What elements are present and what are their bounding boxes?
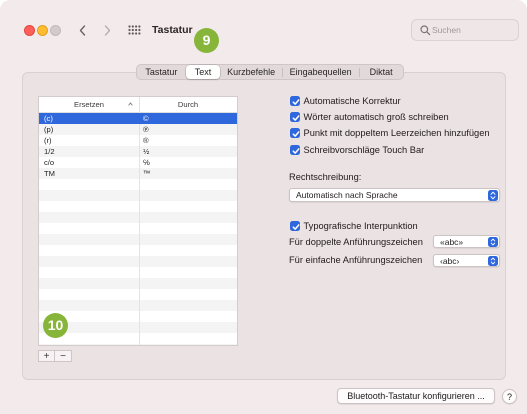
help-button[interactable]: ? [502, 389, 517, 404]
cell-replace: c/o [44, 158, 55, 167]
checkmark-icon [292, 115, 300, 121]
window-title: Tastatur [152, 24, 193, 36]
checkbox-autocorrect[interactable]: Automatische Korrektur [290, 95, 401, 107]
add-remove-control: + − [38, 350, 72, 362]
checkbox-capitalize-label: Wörter automatisch groß schreiben [303, 112, 449, 122]
checkbox-touch-bar-suggestions-label: Schreibvorschläge Touch Bar [303, 145, 425, 155]
replacements-table: Ersetzen Durch (c) © (p) ℗ (r) ® 1/2 ½ c… [38, 96, 238, 346]
close-window-button[interactable] [24, 25, 35, 36]
cell-replace: 1/2 [44, 147, 55, 156]
checkbox-double-space-period-label: Punkt mit doppeltem Leerzeichen hinzufüg… [303, 128, 490, 138]
tab-eingabequellen[interactable]: Eingabequellen [281, 65, 359, 79]
checkbox-smart-quotes[interactable]: Typografische Interpunktion [290, 220, 418, 232]
spelling-dropdown[interactable]: Automatisch nach Sprache [289, 188, 500, 202]
cell-replace: (r) [44, 136, 52, 145]
checkmark-icon [292, 148, 300, 154]
single-quotes-label: Für einfache Anführungszeichen [289, 255, 423, 265]
double-quotes-dropdown[interactable]: «abc» [433, 235, 500, 248]
checkbox-capitalize[interactable]: Wörter automatisch groß schreiben [290, 111, 449, 123]
table-body[interactable]: (c) © (p) ℗ (r) ® 1/2 ½ c/o ℅ TM ™ [39, 113, 237, 345]
single-quotes-dropdown-arrow [488, 256, 498, 266]
minimize-window-button[interactable] [37, 25, 48, 36]
checkmark-icon [292, 224, 300, 230]
cell-with: ® [143, 136, 149, 145]
tab-bar: Tastatur Text Kurzbefehle Eingabequellen… [136, 64, 404, 80]
table-header: Ersetzen Durch [39, 97, 237, 113]
tab-diktat[interactable]: Diktat [359, 65, 403, 79]
tab-tastatur[interactable]: Tastatur [137, 65, 186, 79]
checkbox-capitalize-box[interactable] [290, 112, 300, 122]
up-down-chevron-icon [490, 238, 496, 246]
keyboard-preferences-window: Tastatur 9 Tastatur Text Kurzbefehle Ein… [0, 0, 527, 414]
spelling-dropdown-value: Automatisch nach Sprache [296, 190, 398, 200]
magnifying-glass-icon [420, 25, 431, 36]
tab-kurzbefehle[interactable]: Kurzbefehle [220, 65, 282, 79]
up-down-chevron-icon [490, 191, 496, 200]
checkbox-touch-bar-suggestions-box[interactable] [290, 145, 300, 155]
cell-with: ℅ [143, 158, 150, 167]
search-input[interactable] [432, 20, 514, 40]
search-field[interactable] [411, 19, 519, 41]
checkbox-double-space-period-box[interactable] [290, 128, 300, 138]
cell-replace: (p) [44, 125, 54, 134]
single-quotes-dropdown[interactable]: ‹abc› [433, 254, 500, 267]
checkmark-icon [292, 131, 300, 137]
spelling-label: Rechtschreibung: [289, 172, 362, 182]
chevron-right-icon[interactable] [103, 25, 111, 36]
table-row[interactable]: c/o ℅ [39, 157, 237, 168]
chevron-left-icon[interactable] [79, 25, 87, 36]
table-row[interactable]: (p) ℗ [39, 124, 237, 135]
grid-icon[interactable] [128, 25, 141, 35]
table-row[interactable]: (r) ® [39, 135, 237, 146]
checkbox-autocorrect-box[interactable] [290, 96, 300, 106]
column-header-with[interactable]: Durch [139, 97, 237, 112]
cell-with: ™ [143, 169, 151, 178]
column-header-replace-label: Ersetzen [74, 100, 104, 109]
up-down-chevron-icon [490, 257, 496, 265]
checkbox-smart-quotes-box[interactable] [290, 221, 300, 231]
checkmark-icon [292, 99, 300, 105]
double-quotes-dropdown-value: «abc» [440, 237, 464, 247]
checkbox-double-space-period[interactable]: Punkt mit doppeltem Leerzeichen hinzufüg… [290, 127, 490, 139]
tab-text[interactable]: Text [185, 65, 221, 79]
column-header-replace[interactable]: Ersetzen [39, 97, 139, 112]
cell-with: © [143, 114, 149, 123]
double-quotes-dropdown-arrow [488, 237, 498, 247]
cell-with: ℗ [143, 125, 149, 134]
zoom-window-button[interactable] [50, 25, 61, 36]
cell-replace: TM [44, 169, 55, 178]
table-row[interactable]: 1/2 ½ [39, 146, 237, 157]
double-quotes-label: Für doppelte Anführungszeichen [289, 237, 423, 247]
callout-badge-9: 9 [194, 28, 219, 53]
table-row[interactable]: TM ™ [39, 168, 237, 179]
cell-replace: (c) [44, 114, 53, 123]
column-header-with-label: Durch [177, 100, 199, 109]
column-divider [139, 97, 140, 345]
checkbox-smart-quotes-label: Typografische Interpunktion [303, 221, 418, 231]
remove-replacement-button[interactable]: − [55, 350, 72, 362]
checkbox-touch-bar-suggestions[interactable]: Schreibvorschläge Touch Bar [290, 144, 424, 156]
table-row[interactable]: (c) © [39, 113, 237, 124]
spelling-dropdown-arrow [488, 190, 498, 201]
chevron-up-icon [128, 102, 133, 106]
checkbox-autocorrect-label: Automatische Korrektur [303, 96, 401, 106]
add-replacement-button[interactable]: + [38, 350, 55, 362]
configure-bluetooth-keyboard-button[interactable]: Bluetooth-Tastatur konfigurieren ... [337, 388, 495, 404]
cell-with: ½ [143, 147, 150, 156]
single-quotes-dropdown-value: ‹abc› [440, 256, 460, 266]
callout-badge-10: 10 [43, 313, 68, 338]
